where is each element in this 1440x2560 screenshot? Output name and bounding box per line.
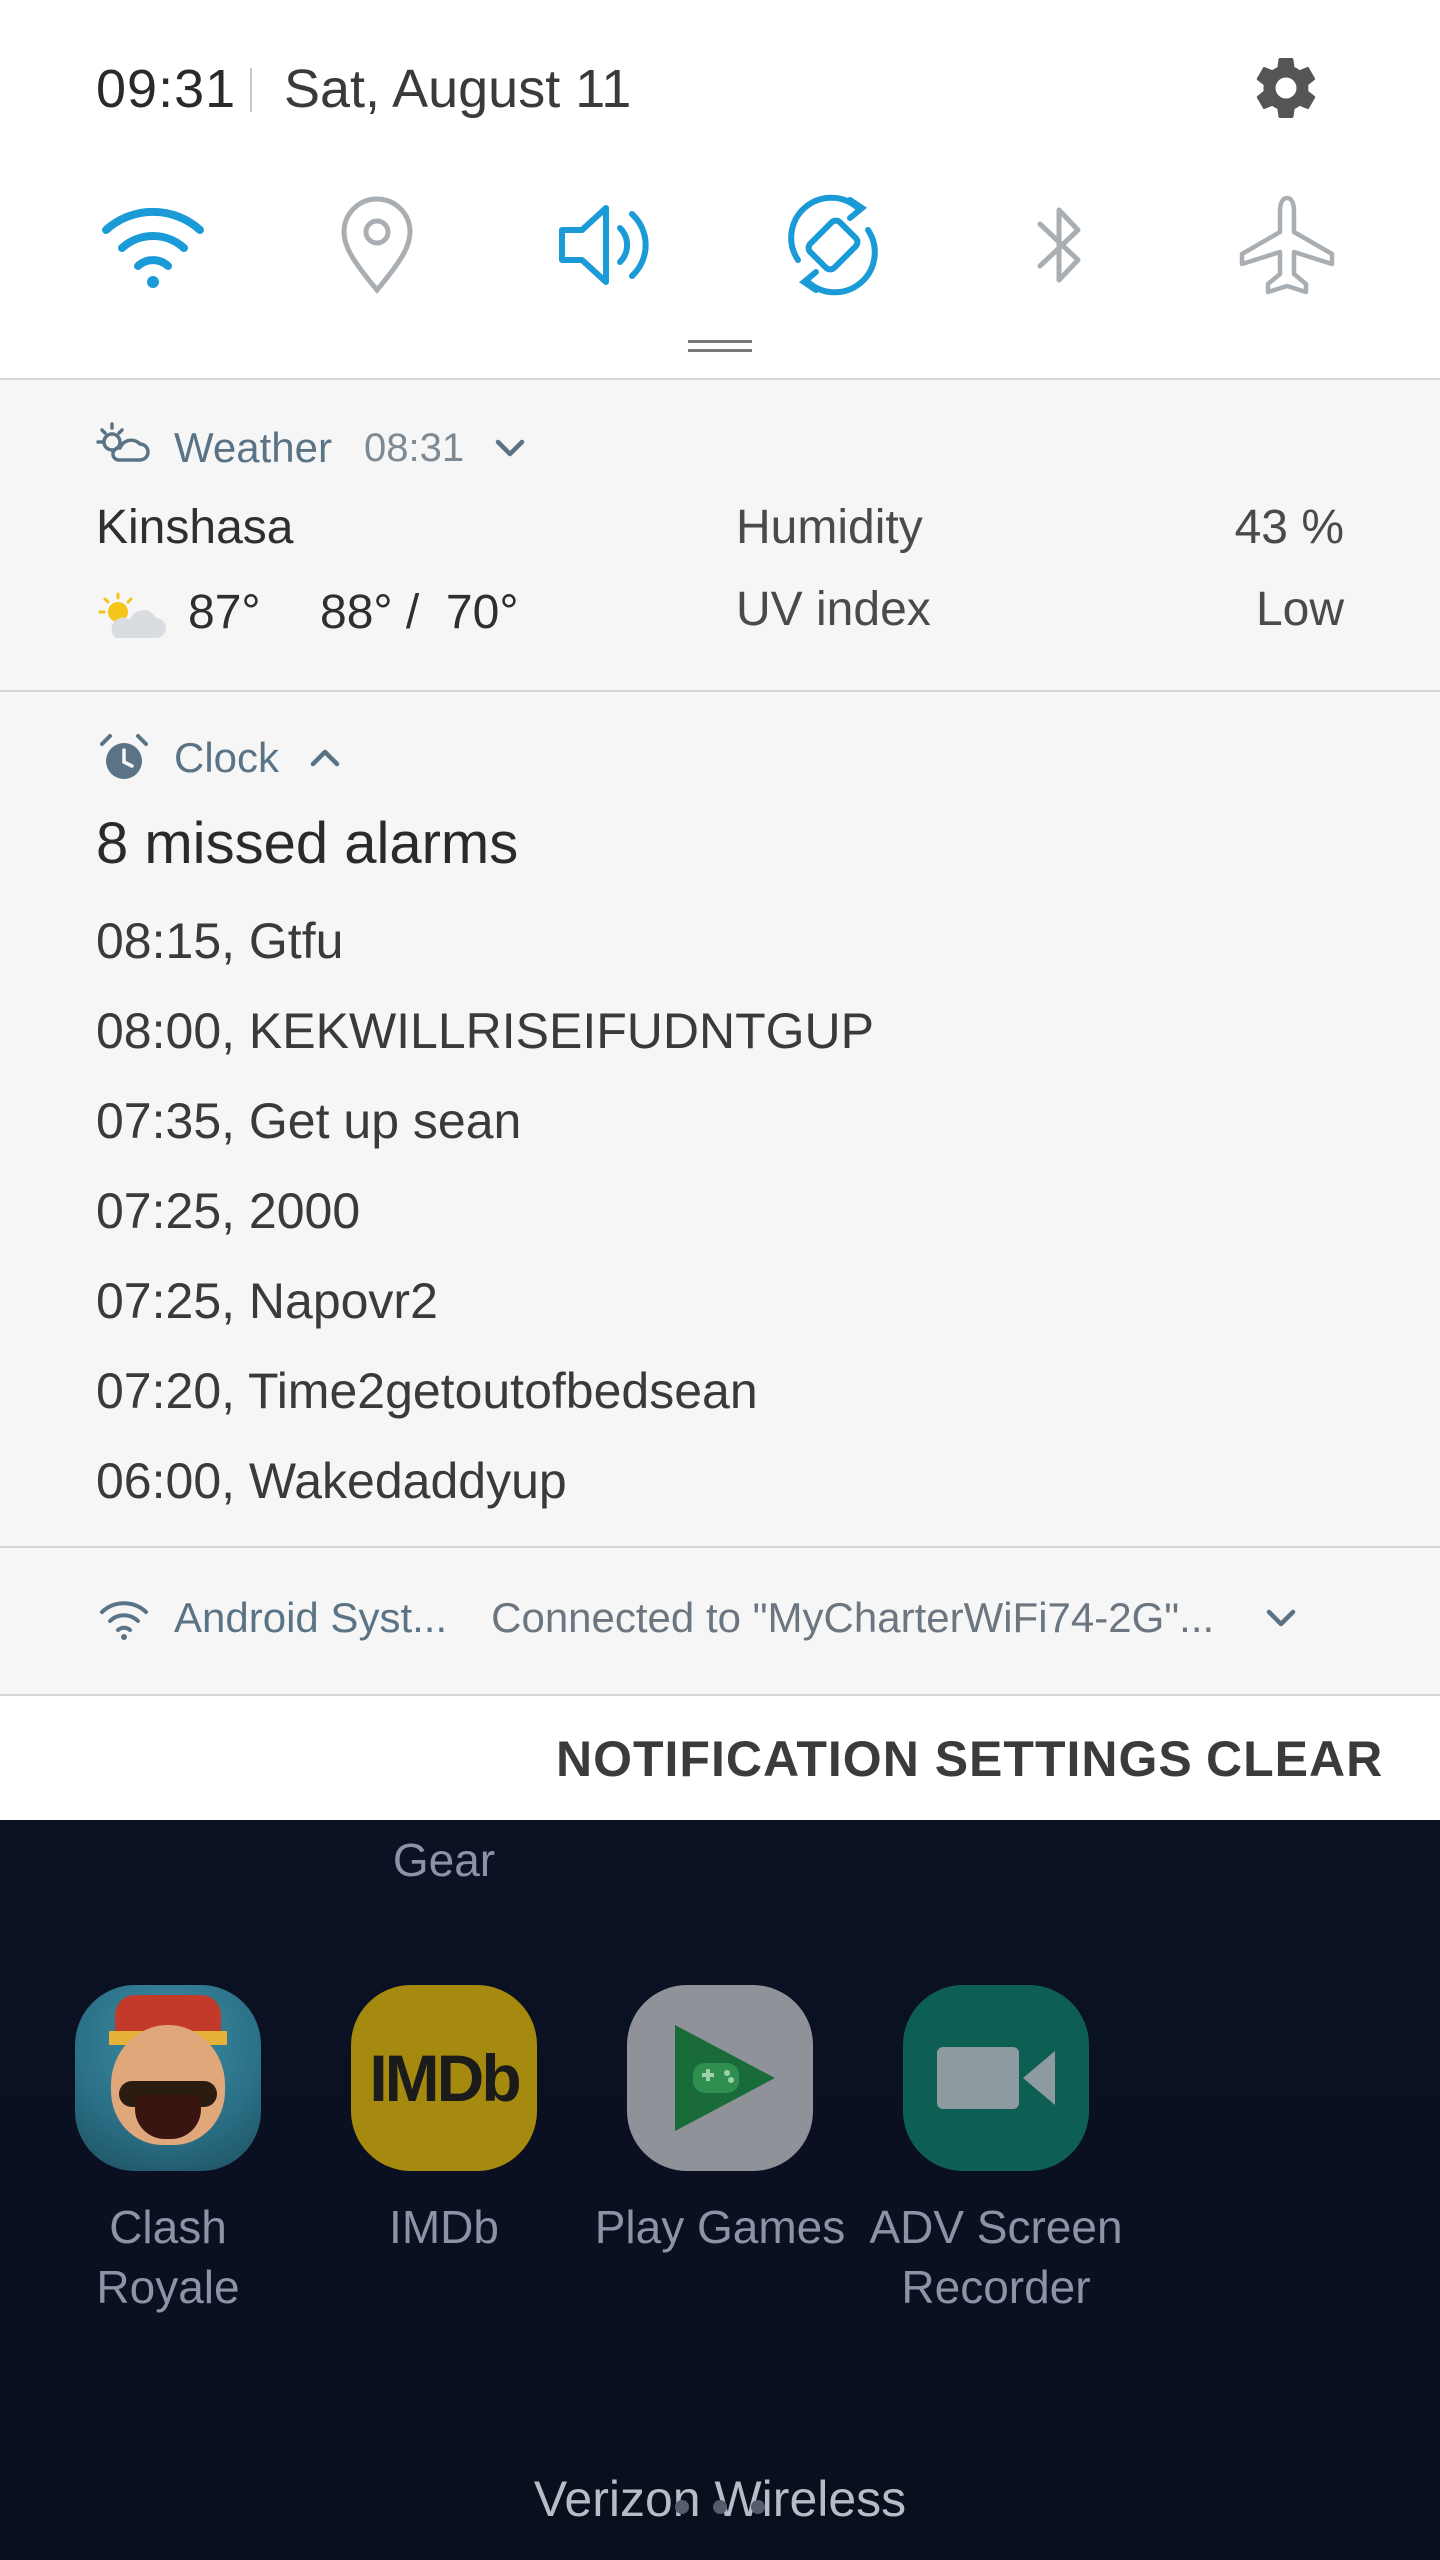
humidity-value: 43 % [1234, 501, 1344, 554]
clock-time: 09:31 [96, 59, 237, 119]
play-games-icon [627, 1985, 813, 2171]
app-label: Clash [109, 2201, 227, 2253]
android-system-app-name: Android Syst... [174, 1594, 448, 1641]
page-indicator [0, 2500, 1440, 2519]
clash-royale-icon [75, 1985, 261, 2171]
app-label: Play Games [594, 2201, 846, 2253]
app-imdb[interactable]: IMDb IMDb [306, 1985, 582, 2257]
missed-alarms-title: 8 missed alarms [96, 811, 519, 876]
imdb-logo: IMDb [369, 2041, 521, 2115]
imdb-icon: IMDb [351, 1985, 537, 2171]
humidity-label: Humidity [736, 501, 923, 554]
quick-settings-panel: 09:31 Sat, August 11 [0, 0, 1440, 380]
chevron-down-icon[interactable] [490, 428, 530, 468]
wifi-connection-message: Connected to "MyCharterWiFi74-2G"... [491, 1594, 1215, 1641]
app-clash-royale[interactable]: Clash Royale [30, 1985, 306, 2317]
weather-notification[interactable]: Weather 08:31 Kinshasa 87° 88° / 70° Hum… [0, 380, 1440, 692]
date[interactable]: Sat, August 11 [284, 58, 631, 120]
weather-time: 08:31 [363, 425, 465, 470]
carrier-label: Verizon Wireless [533, 2471, 907, 2527]
notification-shade: 09:31 Sat, August 11 Weather 08:31 Kinsh… [0, 0, 1440, 1820]
weather-app-name: Weather [174, 424, 332, 471]
app-label: IMDb [389, 2201, 499, 2253]
quick-settings-tiles [0, 190, 1440, 300]
app-label: ADV Screen [869, 2201, 1123, 2253]
airplane-mode-icon[interactable] [1232, 190, 1342, 300]
samsung-gear-label: Gear [392, 1834, 496, 1886]
missed-alarm-item: 07:35, Get up sean [96, 1093, 522, 1149]
auto-rotate-icon[interactable] [778, 190, 888, 300]
weather-icon [96, 422, 150, 462]
partly-sunny-icon [98, 592, 166, 638]
wifi-icon[interactable] [98, 190, 208, 300]
app-adv-screen-recorder[interactable]: ADV Screen Recorder [858, 1985, 1134, 2317]
app-play-games[interactable]: Play Games [582, 1985, 858, 2257]
uv-index-label: UV index [736, 583, 931, 636]
location-icon[interactable] [322, 190, 432, 300]
bluetooth-icon[interactable] [1004, 190, 1114, 300]
weather-city: Kinshasa [96, 501, 294, 554]
missed-alarm-item: 08:15, Gtfu [96, 913, 344, 969]
wifi-icon [100, 1601, 148, 1640]
video-camera-icon [903, 1985, 1089, 2171]
notification-actions-bar: NOTIFICATION SETTINGS CLEAR [0, 1694, 1440, 1820]
app-label: Recorder [901, 2261, 1091, 2313]
settings-gear-icon[interactable] [1250, 52, 1322, 124]
android-system-row: Android Syst... Connected to "MyCharterW… [96, 1590, 1346, 1646]
sound-icon[interactable] [550, 190, 660, 300]
chevron-down-icon[interactable] [1261, 1598, 1301, 1638]
missed-alarm-item: 08:00, KEKWILLRISEIFUDNTGUP [96, 1003, 875, 1059]
uv-index-value: Low [1255, 583, 1344, 636]
drag-handle[interactable] [688, 340, 752, 354]
app-label: Royale [96, 2261, 240, 2313]
notification-settings-button[interactable]: NOTIFICATION SETTINGS [556, 1730, 1193, 1788]
divider [250, 68, 252, 112]
missed-alarm-item: 07:20, Time2getoutofbedsean [96, 1363, 758, 1419]
missed-alarm-item: 07:25, 2000 [96, 1183, 361, 1239]
clock-app-name: Clock [174, 734, 280, 781]
clear-button[interactable]: CLEAR [1206, 1730, 1383, 1788]
alarm-clock-icon [100, 734, 148, 779]
high-low-temperature: 88° / 70° [320, 586, 519, 639]
chevron-up-icon[interactable] [305, 738, 345, 778]
missed-alarm-item: 07:25, Napovr2 [96, 1273, 438, 1329]
current-temperature: 87° [188, 586, 261, 639]
missed-alarm-item: 06:00, Wakedaddyup [96, 1453, 567, 1509]
